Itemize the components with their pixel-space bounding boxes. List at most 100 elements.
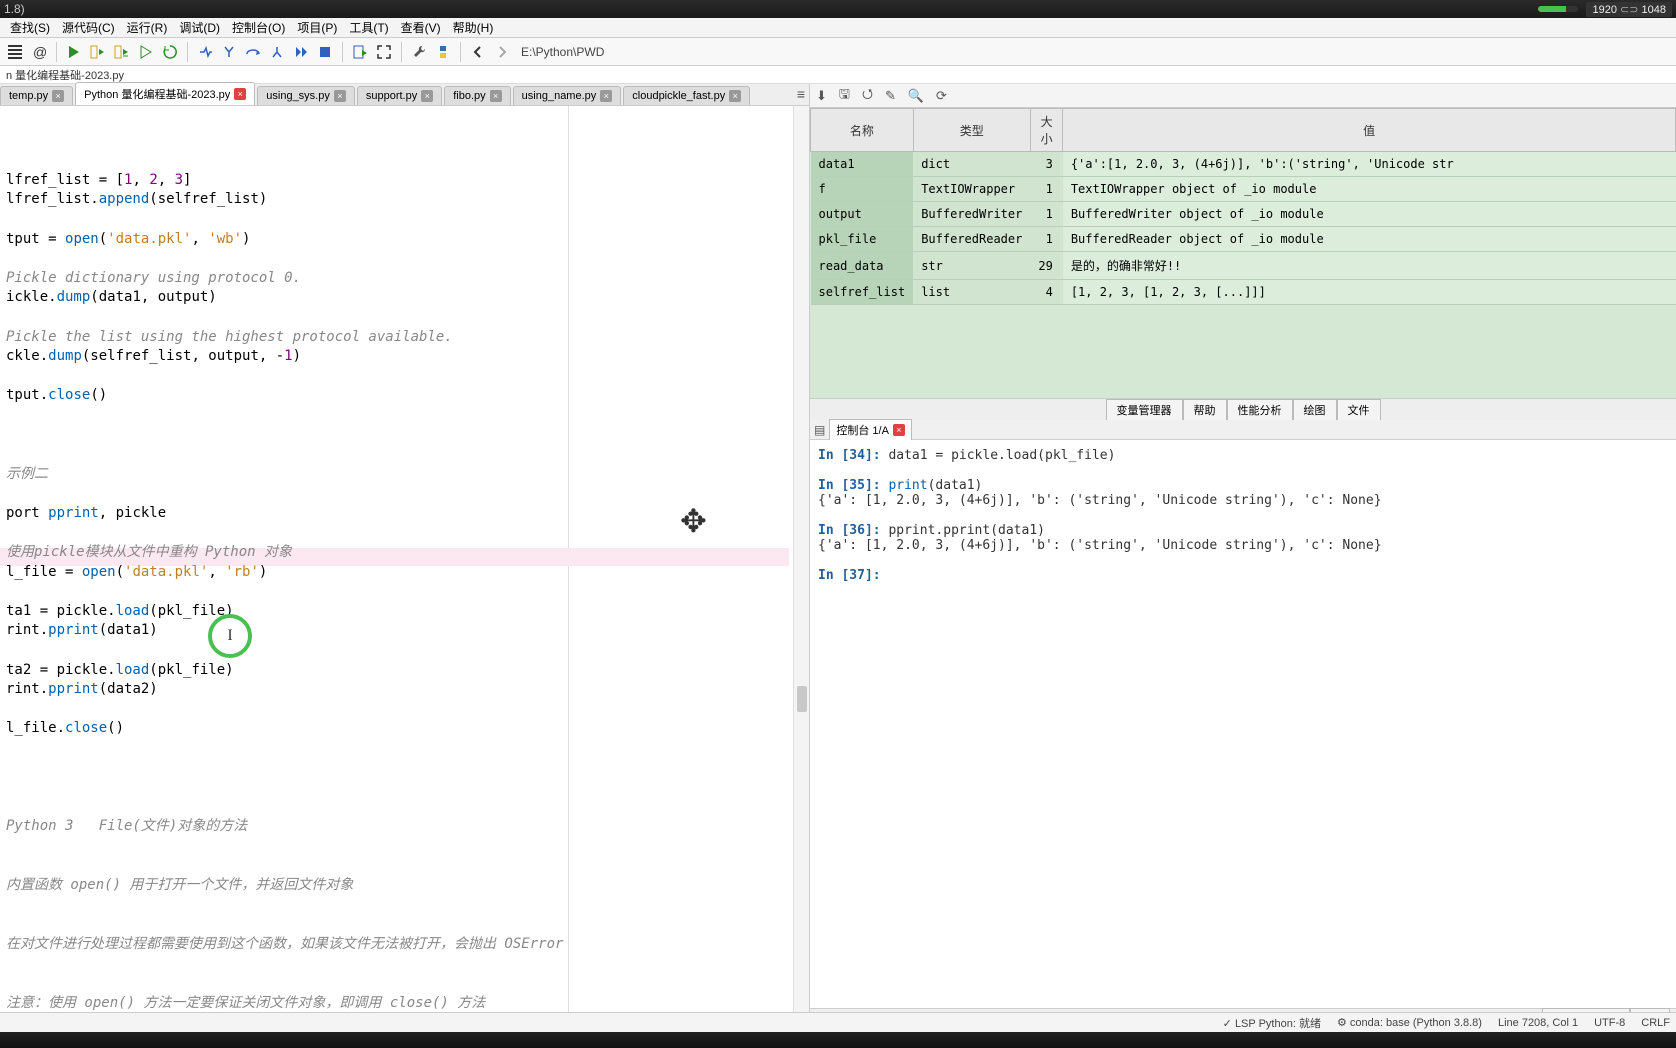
at-icon[interactable]: @ bbox=[28, 41, 50, 63]
var-row[interactable]: pkl_fileBufferedReader1BufferedReader ob… bbox=[811, 227, 1676, 252]
variable-explorer[interactable]: 名称 类型 大小 值 data1dict3{'a':[1, 2.0, 3, (4… bbox=[810, 108, 1676, 398]
var-cell-name: read_data bbox=[811, 252, 914, 280]
col-type[interactable]: 类型 bbox=[913, 109, 1030, 152]
var-row[interactable]: outputBufferedWriter1BufferedWriter obje… bbox=[811, 202, 1676, 227]
clear-icon[interactable]: ⭯ bbox=[862, 85, 873, 107]
close-icon[interactable]: × bbox=[52, 90, 64, 102]
tab-label: temp.py bbox=[9, 90, 48, 102]
tab-label: cloudpickle_fast.py bbox=[632, 90, 725, 102]
rerun-icon[interactable] bbox=[159, 41, 181, 63]
editor-tab-1[interactable]: Python 量化编程基础-2023.py× bbox=[75, 82, 255, 105]
close-icon[interactable]: × bbox=[600, 90, 612, 102]
run-cell-icon[interactable] bbox=[87, 41, 109, 63]
save-as-icon[interactable]: 🖫 bbox=[839, 85, 850, 107]
var-cell-name: pkl_file bbox=[811, 227, 914, 252]
continue-icon[interactable] bbox=[290, 41, 312, 63]
var-row[interactable]: fTextIOWrapper1TextIOWrapper object of _… bbox=[811, 177, 1676, 202]
menu-run[interactable]: 运行(R) bbox=[121, 19, 174, 36]
wrench-icon[interactable] bbox=[408, 41, 430, 63]
menu-tools[interactable]: 工具(T) bbox=[343, 19, 394, 36]
progress-indicator bbox=[1538, 6, 1578, 12]
var-cell-value: BufferedReader object of _io module bbox=[1063, 227, 1676, 252]
editor-tab-2[interactable]: using_sys.py× bbox=[257, 86, 355, 105]
tab-var-explorer[interactable]: 变量管理器 bbox=[1106, 399, 1183, 421]
code-editor[interactable]: lfref_list = [1, 2, 3]lfref_list.append(… bbox=[0, 106, 809, 1028]
forward-icon[interactable] bbox=[491, 41, 513, 63]
editor-pane: temp.py×Python 量化编程基础-2023.py×using_sys.… bbox=[0, 84, 810, 1028]
var-cell-size: 1 bbox=[1030, 227, 1062, 252]
var-cell-name: output bbox=[811, 202, 914, 227]
debug-file-icon[interactable] bbox=[349, 41, 371, 63]
step-into-icon[interactable] bbox=[218, 41, 240, 63]
var-row[interactable]: selfref_listlist4[1, 2, 3, [1, 2, 3, [..… bbox=[811, 280, 1676, 305]
var-cell-size: 1 bbox=[1030, 177, 1062, 202]
ipython-console[interactable]: In [34]: data1 = pickle.load(pkl_file) I… bbox=[810, 440, 1676, 1008]
svg-text:@: @ bbox=[33, 44, 47, 60]
tab-plots[interactable]: 绘图 bbox=[1293, 399, 1337, 421]
var-cell-name: selfref_list bbox=[811, 280, 914, 305]
close-icon[interactable]: × bbox=[421, 90, 433, 102]
var-row[interactable]: read_datastr29是的，的确非常好!! bbox=[811, 252, 1676, 280]
tab-label: support.py bbox=[366, 90, 417, 102]
outline-icon[interactable] bbox=[4, 41, 26, 63]
var-cell-value: [1, 2, 3, [1, 2, 3, [...]]] bbox=[1063, 280, 1676, 305]
col-name[interactable]: 名称 bbox=[811, 109, 914, 152]
search-icon[interactable]: 🔍 bbox=[908, 88, 924, 104]
var-cell-value: 是的，的确非常好!! bbox=[1063, 252, 1676, 280]
var-cell-type: list bbox=[913, 280, 1030, 305]
run-selection-icon[interactable] bbox=[135, 41, 157, 63]
var-cell-name: f bbox=[811, 177, 914, 202]
step-out-icon[interactable] bbox=[266, 41, 288, 63]
menu-source[interactable]: 源代码(C) bbox=[56, 19, 121, 36]
python-icon[interactable] bbox=[432, 41, 454, 63]
close-icon[interactable]: × bbox=[729, 90, 741, 102]
var-cell-type: str bbox=[913, 252, 1030, 280]
status-line-col: Line 7208, Col 1 bbox=[1498, 1017, 1578, 1029]
menu-debug[interactable]: 调试(D) bbox=[173, 19, 226, 36]
menu-project[interactable]: 项目(P) bbox=[291, 19, 343, 36]
variable-toolbar: ⬇ 🖫 ⭯ ✎ 🔍 ⟳ bbox=[810, 84, 1676, 108]
editor-tab-4[interactable]: fibo.py× bbox=[444, 86, 510, 105]
tab-help[interactable]: 帮助 bbox=[1183, 399, 1227, 421]
debug-step-icon[interactable] bbox=[194, 41, 216, 63]
working-dir[interactable]: E:\Python\PWD bbox=[521, 45, 604, 59]
menu-help[interactable]: 帮助(H) bbox=[447, 19, 500, 36]
stop-icon[interactable] bbox=[314, 41, 336, 63]
edit-icon[interactable]: ✎ bbox=[885, 88, 896, 104]
save-icon[interactable]: ⬇ bbox=[816, 88, 827, 104]
editor-tab-0[interactable]: temp.py × bbox=[0, 86, 73, 105]
run-icon[interactable] bbox=[63, 41, 85, 63]
var-cell-size: 29 bbox=[1030, 252, 1062, 280]
console-tab-1[interactable]: 控制台 1/A × bbox=[829, 419, 912, 441]
right-pane: ⬇ 🖫 ⭯ ✎ 🔍 ⟳ 名称 类型 大小 值 data1dict3{'a':[1… bbox=[810, 84, 1676, 1028]
col-value[interactable]: 值 bbox=[1063, 109, 1676, 152]
run-cell-advance-icon[interactable] bbox=[111, 41, 133, 63]
click-indicator bbox=[208, 614, 252, 658]
col-size[interactable]: 大小 bbox=[1030, 109, 1062, 152]
var-cell-size: 4 bbox=[1030, 280, 1062, 305]
var-cell-type: dict bbox=[913, 152, 1030, 177]
tabs-menu-icon[interactable]: ≡ bbox=[797, 86, 805, 102]
status-conda: ⚙ conda: base (Python 3.8.8) bbox=[1337, 1016, 1482, 1029]
editor-tab-5[interactable]: using_name.py× bbox=[513, 86, 622, 105]
close-icon[interactable]: × bbox=[893, 424, 905, 436]
close-icon[interactable]: × bbox=[334, 90, 346, 102]
var-row[interactable]: data1dict3{'a':[1, 2.0, 3, (4+6j)], 'b':… bbox=[811, 152, 1676, 177]
editor-tab-6[interactable]: cloudpickle_fast.py × bbox=[623, 86, 750, 105]
menu-console[interactable]: 控制台(O) bbox=[226, 19, 291, 36]
editor-tab-3[interactable]: support.py × bbox=[357, 86, 442, 105]
menu-view[interactable]: 查看(V) bbox=[395, 19, 447, 36]
close-icon[interactable]: × bbox=[490, 90, 502, 102]
close-icon[interactable]: × bbox=[234, 88, 246, 100]
maximize-icon[interactable] bbox=[373, 41, 395, 63]
menu-find[interactable]: 查找(S) bbox=[4, 19, 56, 36]
var-cell-value: TextIOWrapper object of _io module bbox=[1063, 177, 1676, 202]
tab-files[interactable]: 文件 bbox=[1337, 399, 1381, 421]
window-titlebar: 1.8) 1920 ⊂⊃ 1048 bbox=[0, 0, 1676, 18]
var-cell-type: BufferedWriter bbox=[913, 202, 1030, 227]
step-over-icon[interactable] bbox=[242, 41, 264, 63]
tab-profiler[interactable]: 性能分析 bbox=[1227, 399, 1293, 421]
back-icon[interactable] bbox=[467, 41, 489, 63]
refresh-icon[interactable]: ⟳ bbox=[936, 88, 947, 104]
console-menu-icon[interactable]: ▤ bbox=[814, 423, 825, 437]
